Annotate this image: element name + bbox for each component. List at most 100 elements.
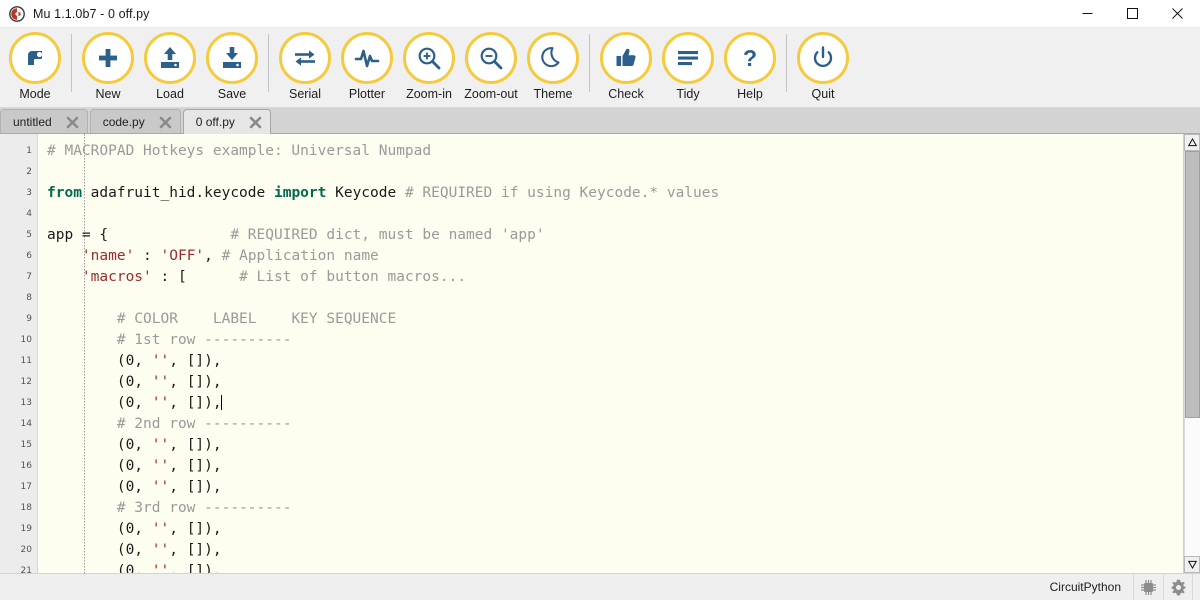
code-line[interactable]: # COLOR LABEL KEY SEQUENCE: [38, 309, 1183, 330]
code-line[interactable]: [38, 288, 1183, 309]
code-line[interactable]: (0, '', []),: [38, 561, 1183, 573]
toolbar-button-zoom-out[interactable]: Zoom-out: [460, 28, 522, 106]
code-line[interactable]: # 2nd row ----------: [38, 414, 1183, 435]
toolbar-button-plotter[interactable]: Plotter: [336, 28, 398, 106]
hamburger-lines-icon: [662, 32, 714, 84]
code-editor[interactable]: # MACROPAD Hotkeys example: Universal Nu…: [38, 134, 1183, 573]
code-token: # REQUIRED if using Keycode.* values: [404, 185, 720, 201]
line-number: 18: [20, 503, 32, 513]
toolbar-separator-1: [71, 34, 72, 92]
tab-untitled[interactable]: untitled: [0, 109, 88, 134]
title-bar: Mu 1.1.0b7 - 0 off.py: [0, 0, 1200, 28]
tab-code-py[interactable]: code.py: [89, 109, 181, 134]
code-token: (0,: [47, 395, 152, 411]
code-line[interactable]: (0, '', []),: [38, 393, 1183, 414]
power-icon: [797, 32, 849, 84]
toolbar-label: Mode: [19, 87, 51, 101]
code-line[interactable]: (0, '', []),: [38, 456, 1183, 477]
code-token: # 3rd row ----------: [116, 500, 292, 516]
code-line[interactable]: [38, 204, 1183, 225]
line-number: 5: [26, 230, 32, 240]
code-line[interactable]: (0, '', []),: [38, 477, 1183, 498]
code-line[interactable]: app = { # REQUIRED dict, must be named '…: [38, 225, 1183, 246]
close-icon[interactable]: [159, 116, 172, 129]
code-line[interactable]: # 1st row ----------: [38, 330, 1183, 351]
scrollbar-thumb[interactable]: [1185, 151, 1200, 419]
toolbar-button-help[interactable]: ? Help: [719, 28, 781, 106]
waveform-icon: [341, 32, 393, 84]
code-line[interactable]: # 3rd row ----------: [38, 498, 1183, 519]
code-token: , []),: [169, 353, 222, 369]
close-icon[interactable]: [66, 116, 79, 129]
toolbar-button-serial[interactable]: Serial: [274, 28, 336, 106]
scroll-down-button[interactable]: [1184, 556, 1200, 573]
line-number: 13: [20, 398, 32, 408]
code-line[interactable]: (0, '', []),: [38, 372, 1183, 393]
code-token: import: [273, 185, 327, 201]
toolbar-button-zoom-in[interactable]: Zoom-in: [398, 28, 460, 106]
code-token: , []),: [169, 374, 222, 390]
code-line[interactable]: (0, '', []),: [38, 540, 1183, 561]
code-token: # MACROPAD Hotkeys example: Universal Nu…: [47, 143, 432, 159]
code-token: adafruit_hid.keycode: [81, 185, 274, 201]
toolbar-button-new[interactable]: New: [77, 28, 139, 106]
code-token: ,: [204, 248, 222, 264]
line-number: 15: [20, 440, 32, 450]
code-token: '': [151, 353, 170, 369]
line-number: 3: [26, 188, 32, 198]
code-line[interactable]: # MACROPAD Hotkeys example: Universal Nu…: [38, 141, 1183, 162]
scroll-up-button[interactable]: [1184, 134, 1200, 151]
status-mode-label: CircuitPython: [1049, 580, 1121, 594]
code-token: , []),: [169, 521, 222, 537]
maximize-button[interactable]: [1110, 0, 1155, 28]
line-number: 10: [20, 335, 32, 345]
minimize-button[interactable]: [1065, 0, 1110, 28]
toolbar-separator-3: [589, 34, 590, 92]
vertical-scrollbar[interactable]: [1183, 134, 1200, 573]
code-token: '': [151, 521, 170, 537]
code-token: # COLOR LABEL KEY SEQUENCE: [116, 311, 397, 327]
microchip-icon[interactable]: [1133, 573, 1163, 600]
tab-0-off-py[interactable]: 0 off.py: [182, 109, 271, 134]
gear-icon[interactable]: [1163, 573, 1193, 600]
code-token: , []),: [169, 458, 222, 474]
scrollbar-track[interactable]: [1184, 151, 1200, 556]
line-number: 17: [20, 482, 32, 492]
code-line[interactable]: 'name' : 'OFF', # Application name: [38, 246, 1183, 267]
toolbar-button-check[interactable]: Check: [595, 28, 657, 106]
line-number: 19: [20, 524, 32, 534]
close-button[interactable]: [1155, 0, 1200, 28]
question-mark-icon: ?: [724, 32, 776, 84]
code-token: # 1st row ----------: [116, 332, 292, 348]
code-token: (0,: [47, 542, 152, 558]
code-line[interactable]: (0, '', []),: [38, 435, 1183, 456]
code-token: '': [151, 374, 170, 390]
code-line[interactable]: (0, '', []),: [38, 519, 1183, 540]
code-token: (0,: [47, 437, 152, 453]
download-icon: [206, 32, 258, 84]
line-number: 11: [20, 356, 32, 366]
code-token: : [: [151, 269, 240, 285]
code-line[interactable]: from adafruit_hid.keycode import Keycode…: [38, 183, 1183, 204]
code-line[interactable]: [38, 162, 1183, 183]
toolbar-label: Plotter: [348, 87, 386, 101]
toolbar-button-load[interactable]: Load: [139, 28, 201, 106]
magnifier-plus-icon: [403, 32, 455, 84]
code-token: , []),: [169, 479, 222, 495]
code-line[interactable]: (0, '', []),: [38, 351, 1183, 372]
toolbar-button-quit[interactable]: Quit: [792, 28, 854, 106]
code-line[interactable]: 'macros' : [ # List of button macros...: [38, 267, 1183, 288]
code-token: '': [151, 395, 170, 411]
toolbar-button-save[interactable]: Save: [201, 28, 263, 106]
code-token: (0,: [47, 479, 152, 495]
toolbar-button-tidy[interactable]: Tidy: [657, 28, 719, 106]
toolbar-button-mode[interactable]: Mode: [4, 28, 66, 106]
code-token: # REQUIRED dict, must be named 'app': [230, 227, 545, 243]
close-icon[interactable]: [249, 116, 262, 129]
upload-icon: [144, 32, 196, 84]
line-number-gutter: 1 2 3 4 5 6 7 8 9 10 11 12 13 14 15 16 17 18 19 20 21: [0, 134, 38, 576]
toolbar-button-theme[interactable]: Theme: [522, 28, 584, 106]
